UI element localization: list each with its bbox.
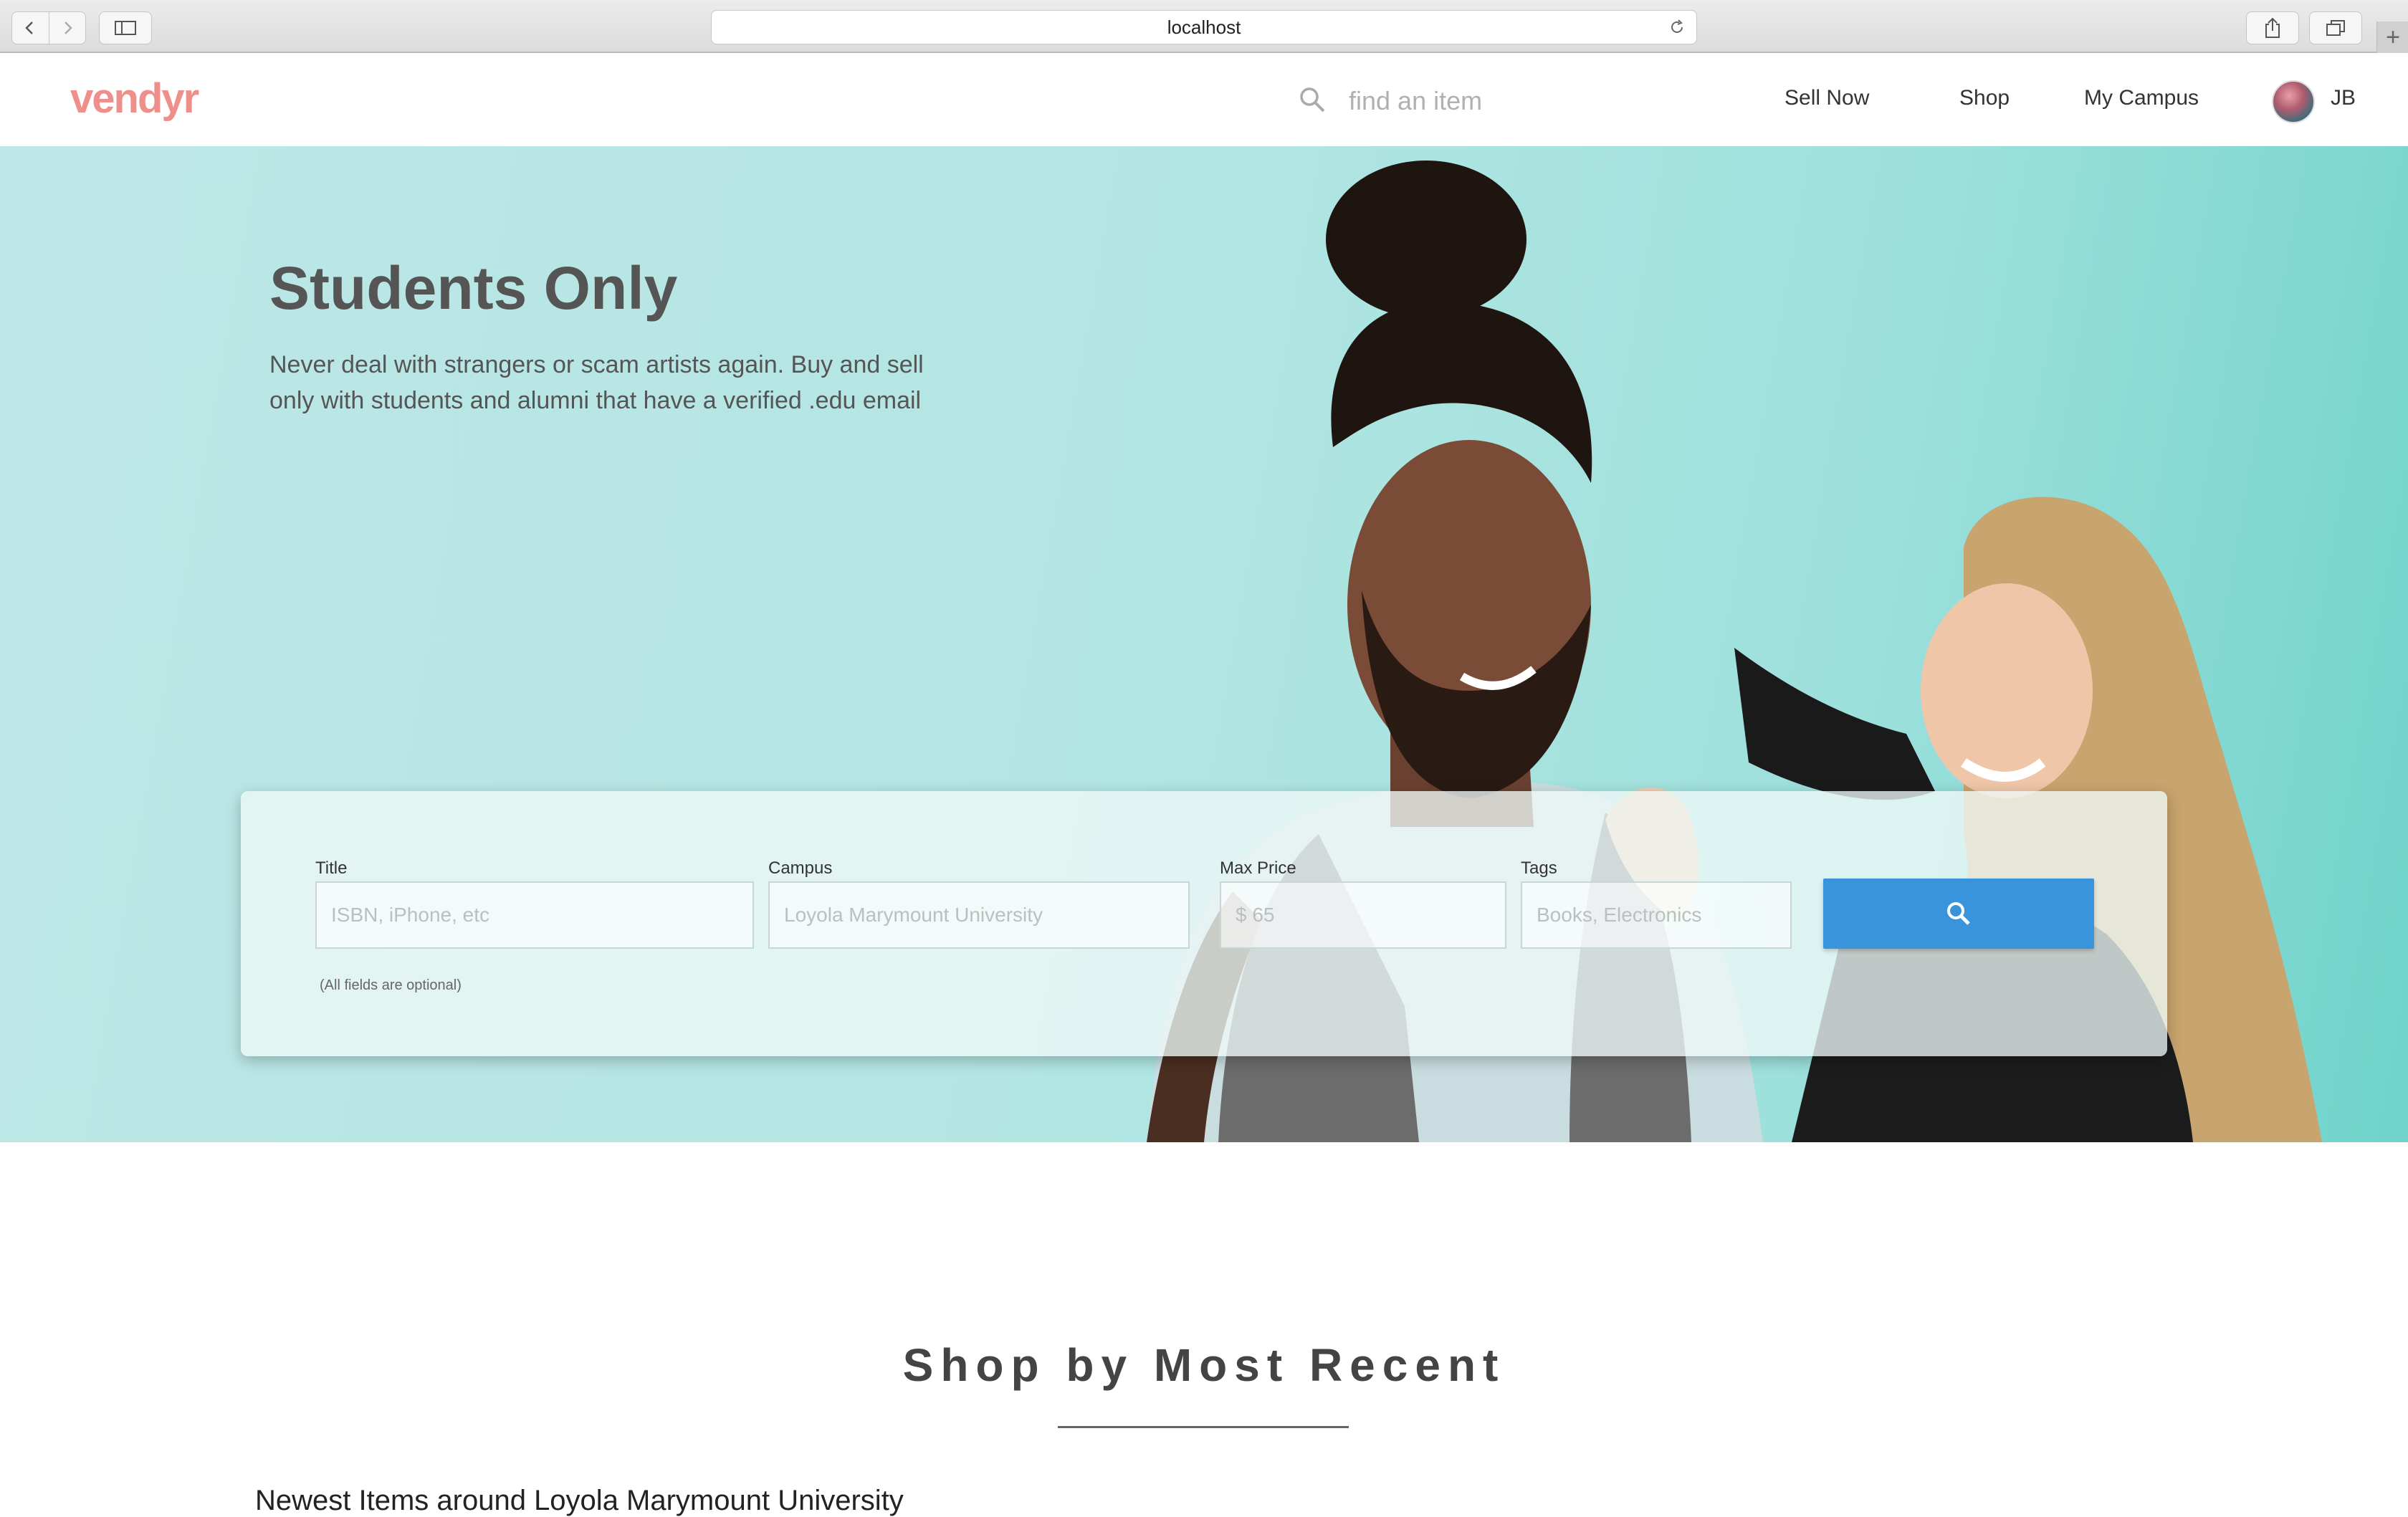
section-title: Shop by Most Recent bbox=[902, 1339, 1506, 1391]
search-icon bbox=[1947, 902, 1970, 925]
nav-my-campus[interactable]: My Campus bbox=[2084, 86, 2199, 110]
share-icon bbox=[2265, 17, 2280, 38]
share-button[interactable] bbox=[2246, 11, 2299, 44]
back-button[interactable] bbox=[12, 12, 49, 44]
tabs-icon bbox=[2326, 20, 2345, 36]
title-input[interactable] bbox=[315, 881, 754, 949]
sidebar-toggle-button[interactable] bbox=[99, 11, 152, 44]
reload-icon[interactable] bbox=[1666, 16, 1688, 38]
hero-banner: Students Only Never deal with strangers … bbox=[0, 146, 2408, 1142]
hero-title: Students Only bbox=[269, 254, 678, 322]
max-price-input[interactable] bbox=[1220, 881, 1506, 949]
url-text: localhost bbox=[1167, 16, 1241, 38]
campus-input[interactable] bbox=[768, 881, 1190, 949]
hero-subtitle: Never deal with strangers or scam artist… bbox=[269, 351, 924, 414]
logo[interactable]: vendyr bbox=[70, 75, 199, 123]
campus-label: Campus bbox=[768, 858, 833, 878]
tags-label: Tags bbox=[1521, 858, 1557, 878]
search-submit-button[interactable] bbox=[1823, 879, 2094, 949]
plus-icon: + bbox=[2386, 23, 2400, 51]
section-divider bbox=[1058, 1426, 1349, 1428]
nav-shop[interactable]: Shop bbox=[1959, 86, 2010, 110]
tags-input[interactable] bbox=[1521, 881, 1792, 949]
history-buttons bbox=[11, 11, 86, 44]
chevron-left-icon bbox=[25, 21, 34, 34]
max-price-label: Max Price bbox=[1220, 858, 1296, 878]
site-header: vendyr Sell Now Shop My Campus JB bbox=[0, 53, 2408, 147]
search-panel: Title Campus Max Price Tags (All fields … bbox=[241, 791, 2167, 1056]
nav-sell-now[interactable]: Sell Now bbox=[1784, 86, 1869, 110]
tab-overview-button[interactable] bbox=[2309, 11, 2362, 44]
header-search-input[interactable] bbox=[1347, 79, 1651, 123]
forward-button[interactable] bbox=[48, 12, 86, 44]
chevron-right-icon bbox=[64, 21, 72, 34]
user-initials[interactable]: JB bbox=[2331, 86, 2356, 110]
browser-toolbar: localhost + bbox=[0, 0, 2408, 53]
optional-fields-note: (All fields are optional) bbox=[320, 977, 462, 993]
search-icon[interactable] bbox=[1297, 85, 1327, 115]
title-label: Title bbox=[315, 858, 348, 878]
address-bar[interactable]: localhost bbox=[711, 10, 1697, 44]
section-subtitle: Newest Items around Loyola Marymount Uni… bbox=[255, 1485, 904, 1516]
new-tab-button[interactable]: + bbox=[2376, 21, 2408, 53]
avatar[interactable] bbox=[2272, 80, 2315, 123]
sidebar-icon bbox=[115, 21, 136, 35]
